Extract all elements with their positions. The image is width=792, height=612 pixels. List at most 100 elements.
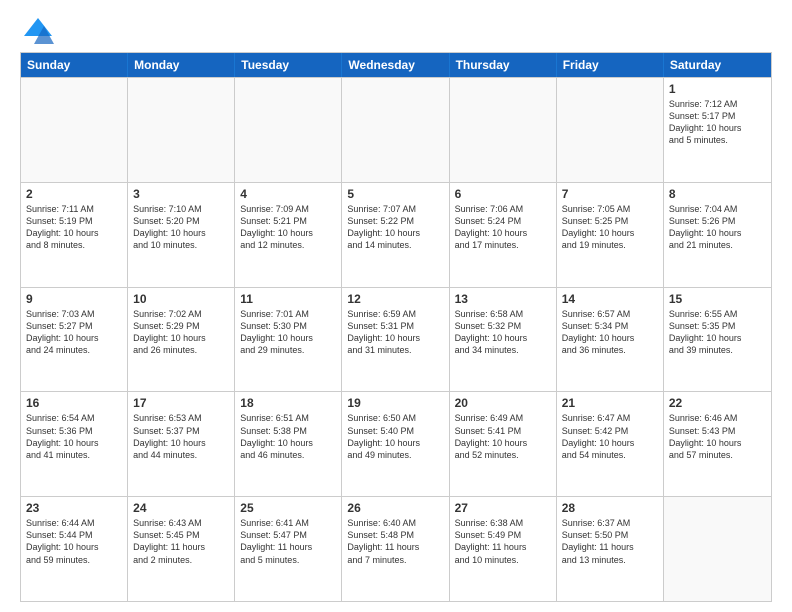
calendar-cell: 9 Sunrise: 7:03 AM Sunset: 5:27 PM Daylig… [21,288,128,392]
weekday-header: Friday [557,53,664,77]
weekday-header: Saturday [664,53,771,77]
cell-info: Sunrise: 7:02 AM Sunset: 5:29 PM Dayligh… [133,308,229,357]
cell-day-number: 3 [133,187,229,201]
logo-icon [22,16,54,44]
cell-info: Sunrise: 6:44 AM Sunset: 5:44 PM Dayligh… [26,517,122,566]
calendar-cell: 1 Sunrise: 7:12 AM Sunset: 5:17 PM Daylig… [664,78,771,182]
cell-day-number: 12 [347,292,443,306]
cell-info: Sunrise: 6:46 AM Sunset: 5:43 PM Dayligh… [669,412,766,461]
cell-info: Sunrise: 6:53 AM Sunset: 5:37 PM Dayligh… [133,412,229,461]
calendar-cell: 4 Sunrise: 7:09 AM Sunset: 5:21 PM Daylig… [235,183,342,287]
calendar-cell: 25 Sunrise: 6:41 AM Sunset: 5:47 PM Dayli… [235,497,342,601]
calendar-cell [128,78,235,182]
cell-info: Sunrise: 7:12 AM Sunset: 5:17 PM Dayligh… [669,98,766,147]
calendar-cell: 8 Sunrise: 7:04 AM Sunset: 5:26 PM Daylig… [664,183,771,287]
cell-info: Sunrise: 6:40 AM Sunset: 5:48 PM Dayligh… [347,517,443,566]
cell-day-number: 15 [669,292,766,306]
cell-day-number: 1 [669,82,766,96]
cell-info: Sunrise: 6:57 AM Sunset: 5:34 PM Dayligh… [562,308,658,357]
calendar: SundayMondayTuesdayWednesdayThursdayFrid… [20,52,772,602]
calendar-cell: 24 Sunrise: 6:43 AM Sunset: 5:45 PM Dayli… [128,497,235,601]
weekday-header: Tuesday [235,53,342,77]
weekday-header: Sunday [21,53,128,77]
calendar-cell: 16 Sunrise: 6:54 AM Sunset: 5:36 PM Dayli… [21,392,128,496]
calendar-cell: 28 Sunrise: 6:37 AM Sunset: 5:50 PM Dayli… [557,497,664,601]
cell-day-number: 22 [669,396,766,410]
cell-info: Sunrise: 7:09 AM Sunset: 5:21 PM Dayligh… [240,203,336,252]
cell-info: Sunrise: 7:05 AM Sunset: 5:25 PM Dayligh… [562,203,658,252]
cell-info: Sunrise: 6:54 AM Sunset: 5:36 PM Dayligh… [26,412,122,461]
cell-info: Sunrise: 6:47 AM Sunset: 5:42 PM Dayligh… [562,412,658,461]
cell-day-number: 7 [562,187,658,201]
cell-day-number: 8 [669,187,766,201]
cell-day-number: 11 [240,292,336,306]
cell-day-number: 23 [26,501,122,515]
cell-info: Sunrise: 7:03 AM Sunset: 5:27 PM Dayligh… [26,308,122,357]
calendar-row: 23 Sunrise: 6:44 AM Sunset: 5:44 PM Dayli… [21,496,771,601]
calendar-header: SundayMondayTuesdayWednesdayThursdayFrid… [21,53,771,77]
cell-info: Sunrise: 7:07 AM Sunset: 5:22 PM Dayligh… [347,203,443,252]
cell-day-number: 14 [562,292,658,306]
calendar-cell: 14 Sunrise: 6:57 AM Sunset: 5:34 PM Dayli… [557,288,664,392]
calendar-cell [450,78,557,182]
cell-day-number: 28 [562,501,658,515]
cell-info: Sunrise: 6:59 AM Sunset: 5:31 PM Dayligh… [347,308,443,357]
cell-info: Sunrise: 7:11 AM Sunset: 5:19 PM Dayligh… [26,203,122,252]
cell-info: Sunrise: 6:50 AM Sunset: 5:40 PM Dayligh… [347,412,443,461]
calendar-cell: 5 Sunrise: 7:07 AM Sunset: 5:22 PM Daylig… [342,183,449,287]
cell-info: Sunrise: 6:58 AM Sunset: 5:32 PM Dayligh… [455,308,551,357]
cell-day-number: 2 [26,187,122,201]
calendar-cell [342,78,449,182]
cell-day-number: 10 [133,292,229,306]
calendar-cell: 26 Sunrise: 6:40 AM Sunset: 5:48 PM Dayli… [342,497,449,601]
calendar-cell: 10 Sunrise: 7:02 AM Sunset: 5:29 PM Dayli… [128,288,235,392]
cell-day-number: 13 [455,292,551,306]
calendar-cell: 6 Sunrise: 7:06 AM Sunset: 5:24 PM Daylig… [450,183,557,287]
header [20,16,772,44]
page-container: SundayMondayTuesdayWednesdayThursdayFrid… [0,0,792,612]
cell-info: Sunrise: 6:55 AM Sunset: 5:35 PM Dayligh… [669,308,766,357]
cell-day-number: 16 [26,396,122,410]
cell-day-number: 6 [455,187,551,201]
calendar-cell [664,497,771,601]
cell-info: Sunrise: 6:38 AM Sunset: 5:49 PM Dayligh… [455,517,551,566]
calendar-cell: 21 Sunrise: 6:47 AM Sunset: 5:42 PM Dayli… [557,392,664,496]
calendar-cell: 20 Sunrise: 6:49 AM Sunset: 5:41 PM Dayli… [450,392,557,496]
cell-day-number: 24 [133,501,229,515]
cell-info: Sunrise: 6:51 AM Sunset: 5:38 PM Dayligh… [240,412,336,461]
cell-info: Sunrise: 6:37 AM Sunset: 5:50 PM Dayligh… [562,517,658,566]
cell-day-number: 21 [562,396,658,410]
weekday-header: Monday [128,53,235,77]
calendar-cell: 22 Sunrise: 6:46 AM Sunset: 5:43 PM Dayli… [664,392,771,496]
cell-info: Sunrise: 7:01 AM Sunset: 5:30 PM Dayligh… [240,308,336,357]
calendar-cell: 17 Sunrise: 6:53 AM Sunset: 5:37 PM Dayli… [128,392,235,496]
calendar-cell [557,78,664,182]
calendar-body: 1 Sunrise: 7:12 AM Sunset: 5:17 PM Daylig… [21,77,771,601]
cell-info: Sunrise: 7:10 AM Sunset: 5:20 PM Dayligh… [133,203,229,252]
calendar-row: 16 Sunrise: 6:54 AM Sunset: 5:36 PM Dayli… [21,391,771,496]
cell-day-number: 25 [240,501,336,515]
cell-day-number: 26 [347,501,443,515]
cell-day-number: 20 [455,396,551,410]
cell-info: Sunrise: 7:06 AM Sunset: 5:24 PM Dayligh… [455,203,551,252]
cell-info: Sunrise: 6:49 AM Sunset: 5:41 PM Dayligh… [455,412,551,461]
calendar-cell: 13 Sunrise: 6:58 AM Sunset: 5:32 PM Dayli… [450,288,557,392]
logo [20,16,54,44]
cell-day-number: 4 [240,187,336,201]
calendar-cell [235,78,342,182]
calendar-cell: 12 Sunrise: 6:59 AM Sunset: 5:31 PM Dayli… [342,288,449,392]
cell-info: Sunrise: 7:04 AM Sunset: 5:26 PM Dayligh… [669,203,766,252]
cell-info: Sunrise: 6:43 AM Sunset: 5:45 PM Dayligh… [133,517,229,566]
cell-day-number: 17 [133,396,229,410]
calendar-cell: 19Sunrise: 6:50 AM Sunset: 5:40 PM Dayli… [342,392,449,496]
calendar-row: 2 Sunrise: 7:11 AM Sunset: 5:19 PM Daylig… [21,182,771,287]
cell-info: Sunrise: 6:41 AM Sunset: 5:47 PM Dayligh… [240,517,336,566]
calendar-row: 1 Sunrise: 7:12 AM Sunset: 5:17 PM Daylig… [21,77,771,182]
cell-day-number: 27 [455,501,551,515]
cell-day-number: 5 [347,187,443,201]
calendar-cell [21,78,128,182]
cell-day-number: 9 [26,292,122,306]
weekday-header: Wednesday [342,53,449,77]
calendar-cell: 23 Sunrise: 6:44 AM Sunset: 5:44 PM Dayli… [21,497,128,601]
cell-day-number: 18 [240,396,336,410]
